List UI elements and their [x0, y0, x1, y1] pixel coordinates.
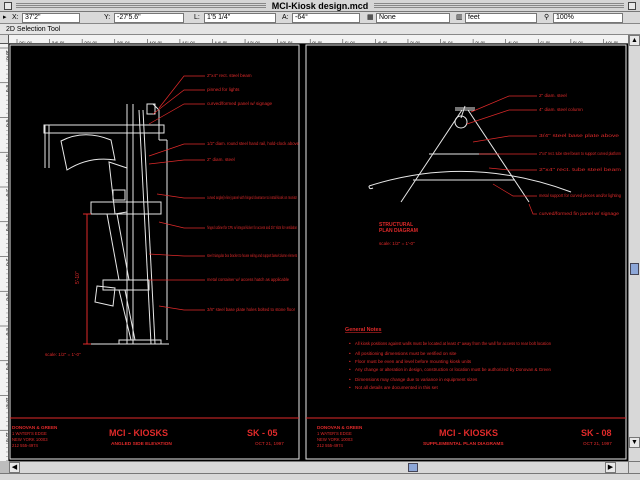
- annotation: pinned for lights: [207, 87, 240, 92]
- window-bottom-edge: [0, 473, 640, 480]
- ruler-vertical[interactable]: 10'-0" 8'-0" 6'-0" 4'-0" 2'-0" 0'-0" 2'-0" 4'-0…: [0, 44, 9, 461]
- sheet-date: OCT 21, 1997: [255, 441, 284, 446]
- x-field[interactable]: 37'2": [22, 13, 80, 23]
- vertical-dimension: 5'-10": [75, 271, 81, 284]
- note-item: Any change or alteration in design, cons…: [355, 367, 551, 372]
- units-dropdown[interactable]: feet: [465, 13, 537, 23]
- zoom-dropdown[interactable]: 100%: [553, 13, 623, 23]
- firm-address: 1 WATER'S EDGE: [12, 431, 47, 436]
- zoom-box[interactable]: [628, 2, 636, 10]
- resize-grip[interactable]: [628, 461, 640, 473]
- scroll-right-button[interactable]: ▶: [605, 462, 616, 473]
- drawing-subtitle: SUPPLEMENTAL PLAN DIAGRAMS: [423, 441, 504, 447]
- annotation: metal support for curved pieces and/or l…: [539, 193, 621, 198]
- annotation: 1/2" diam. round steel hand rail, hold-c…: [207, 141, 299, 146]
- note-item: All positioning dimensions must be verif…: [355, 351, 457, 356]
- firm-phone: 212 555-4974: [12, 443, 39, 448]
- firm-city: NEW YORK 10003: [12, 437, 48, 442]
- annotation: 3/4" steel base plate above: [539, 133, 620, 138]
- arrow-icon: ▸: [3, 14, 7, 21]
- notes-bullet: •: [349, 360, 351, 365]
- annotation: metal container w/ access hatch as appli…: [207, 277, 289, 282]
- arrow-down-icon: ▼: [631, 439, 638, 446]
- annotation: curved/formed fin panel w/ signage: [539, 211, 619, 216]
- general-notes: General Notes • All kiosk positions agai…: [345, 327, 551, 391]
- annotation: 2"x4" rect. tube steel beam to support c…: [539, 151, 621, 156]
- notes-heading: General Notes: [345, 327, 382, 333]
- y-label: Y:: [104, 14, 111, 21]
- note-item: All kiosk positions against walls must b…: [355, 341, 551, 346]
- ruler-corner[interactable]: [0, 35, 9, 44]
- annotation: 4" diam. steel column: [539, 107, 583, 112]
- right-annotations: 2" diam. steel 4" diam. steel column 3/4…: [539, 93, 621, 216]
- annotation: curved angle(in-line) panel with hinged …: [207, 195, 297, 200]
- project-title: MCI - KIOSKS: [439, 428, 498, 438]
- window-title: MCI-Kiosk design.mcd: [265, 1, 375, 11]
- firm-city: NEW YORK 10003: [317, 437, 353, 442]
- firm-phone: 212 555-4974: [317, 443, 344, 448]
- layer-icon: ▦: [367, 14, 374, 21]
- scroll-left-button[interactable]: ◀: [9, 462, 20, 473]
- annotation: 2"x4" rect. steel beam: [207, 73, 252, 78]
- firm-name: DONOVAN & GREEN: [317, 425, 363, 430]
- title-block-left: DONOVAN & GREEN 1 WATER'S EDGE NEW YORK …: [12, 425, 284, 448]
- note-item: Not all details are documented in this s…: [355, 385, 438, 390]
- arrow-up-icon: ▲: [631, 37, 638, 44]
- ruler-horizontal[interactable]: 26'-0"24'-0"22'-0"20'-0"18'-0"16'-0"14'-…: [9, 35, 628, 44]
- title-block-right: DONOVAN & GREEN 1 WATER'S EDGE NEW YORK …: [317, 425, 612, 448]
- sheet-number: SK - 08: [581, 428, 612, 438]
- scroll-down-button[interactable]: ▼: [629, 437, 640, 448]
- l-label: L:: [194, 14, 200, 21]
- application-window: MCI-Kiosk design.mcd ▸ X: 37'2" Y: -27'5…: [0, 0, 640, 480]
- notes-bullet: •: [349, 352, 351, 357]
- scale-note: scale: 1/2" = 1'-0": [45, 352, 81, 357]
- sheet-number: SK - 05: [247, 428, 278, 438]
- notes-bullet: •: [349, 378, 351, 383]
- annotation: 2" diam. steel: [539, 93, 567, 98]
- drawing-subtitle: ANGLED SIDE ELEVATION: [111, 441, 172, 447]
- annotation: 2"x4" rect. tube steel beam: [539, 167, 621, 172]
- kiosk-elevation-drawing: [43, 103, 169, 345]
- note-item: Floor must be even and level before moun…: [355, 359, 472, 364]
- annotation: 3/8" steel base plate holes bolted to st…: [207, 307, 295, 312]
- title-bar[interactable]: MCI-Kiosk design.mcd: [0, 0, 640, 12]
- mode-label: 2D Selection Tool: [6, 26, 61, 33]
- notes-bullet: •: [349, 368, 351, 373]
- left-annotations: 2"x4" rect. steel beam pinned for lights…: [45, 73, 299, 357]
- firm-name: DONOVAN & GREEN: [12, 425, 58, 430]
- notes-bullet: •: [349, 386, 351, 391]
- vertical-scroll-thumb[interactable]: [630, 263, 639, 275]
- annotation: steel triangular box bracket to house wi…: [207, 253, 297, 258]
- annotation: hinged cabinet for CPU w/ integral kicke…: [207, 225, 297, 230]
- magnifier-icon: ⚲: [544, 14, 550, 21]
- y-field[interactable]: -27'5.6": [114, 13, 184, 23]
- horizontal-scrollbar[interactable]: ◀ ▶: [9, 461, 628, 473]
- drawing-canvas[interactable]: 5'-10" 2"x4" rect. steel beam pinned for…: [9, 44, 628, 461]
- layer-dropdown[interactable]: None: [376, 13, 450, 23]
- ruler-icon: ▥: [456, 14, 463, 21]
- scale-note-right: scale: 1/2" = 1'-0": [379, 241, 415, 246]
- scroll-up-button[interactable]: ▲: [629, 35, 640, 46]
- vertical-scrollbar[interactable]: ▲ ▼: [628, 35, 640, 461]
- arrow-right-icon: ▶: [607, 464, 614, 471]
- mode-bar: 2D Selection Tool: [0, 24, 640, 35]
- angle-field[interactable]: -64°: [292, 13, 360, 23]
- notes-bullet: •: [349, 342, 351, 347]
- x-label: X:: [12, 14, 19, 21]
- horizontal-scroll-thumb[interactable]: [408, 463, 418, 472]
- arrow-left-icon: ◀: [11, 464, 18, 471]
- sheet-date: OCT 21, 1997: [583, 441, 612, 446]
- note-item: Dimensions may change due to variance in…: [355, 377, 478, 382]
- firm-address: 1 WATER'S EDGE: [317, 431, 352, 436]
- diagram-title-block: STRUCTURAL PLAN DIAGRAM scale: 1/2" = 1'…: [379, 222, 418, 246]
- coordinate-bar: ▸ X: 37'2" Y: -27'5.6" L: 1'5 1/4" A: -6…: [0, 12, 640, 24]
- diagram-title-line-2: PLAN DIAGRAM: [379, 228, 418, 234]
- annotation: 2" diam. steel: [207, 157, 235, 162]
- annotation: curved/formed panel w/ signage: [207, 101, 273, 106]
- length-field[interactable]: 1'5 1/4": [204, 13, 276, 23]
- project-title: MCI - KIOSKS: [109, 428, 168, 438]
- a-label: A:: [282, 14, 289, 21]
